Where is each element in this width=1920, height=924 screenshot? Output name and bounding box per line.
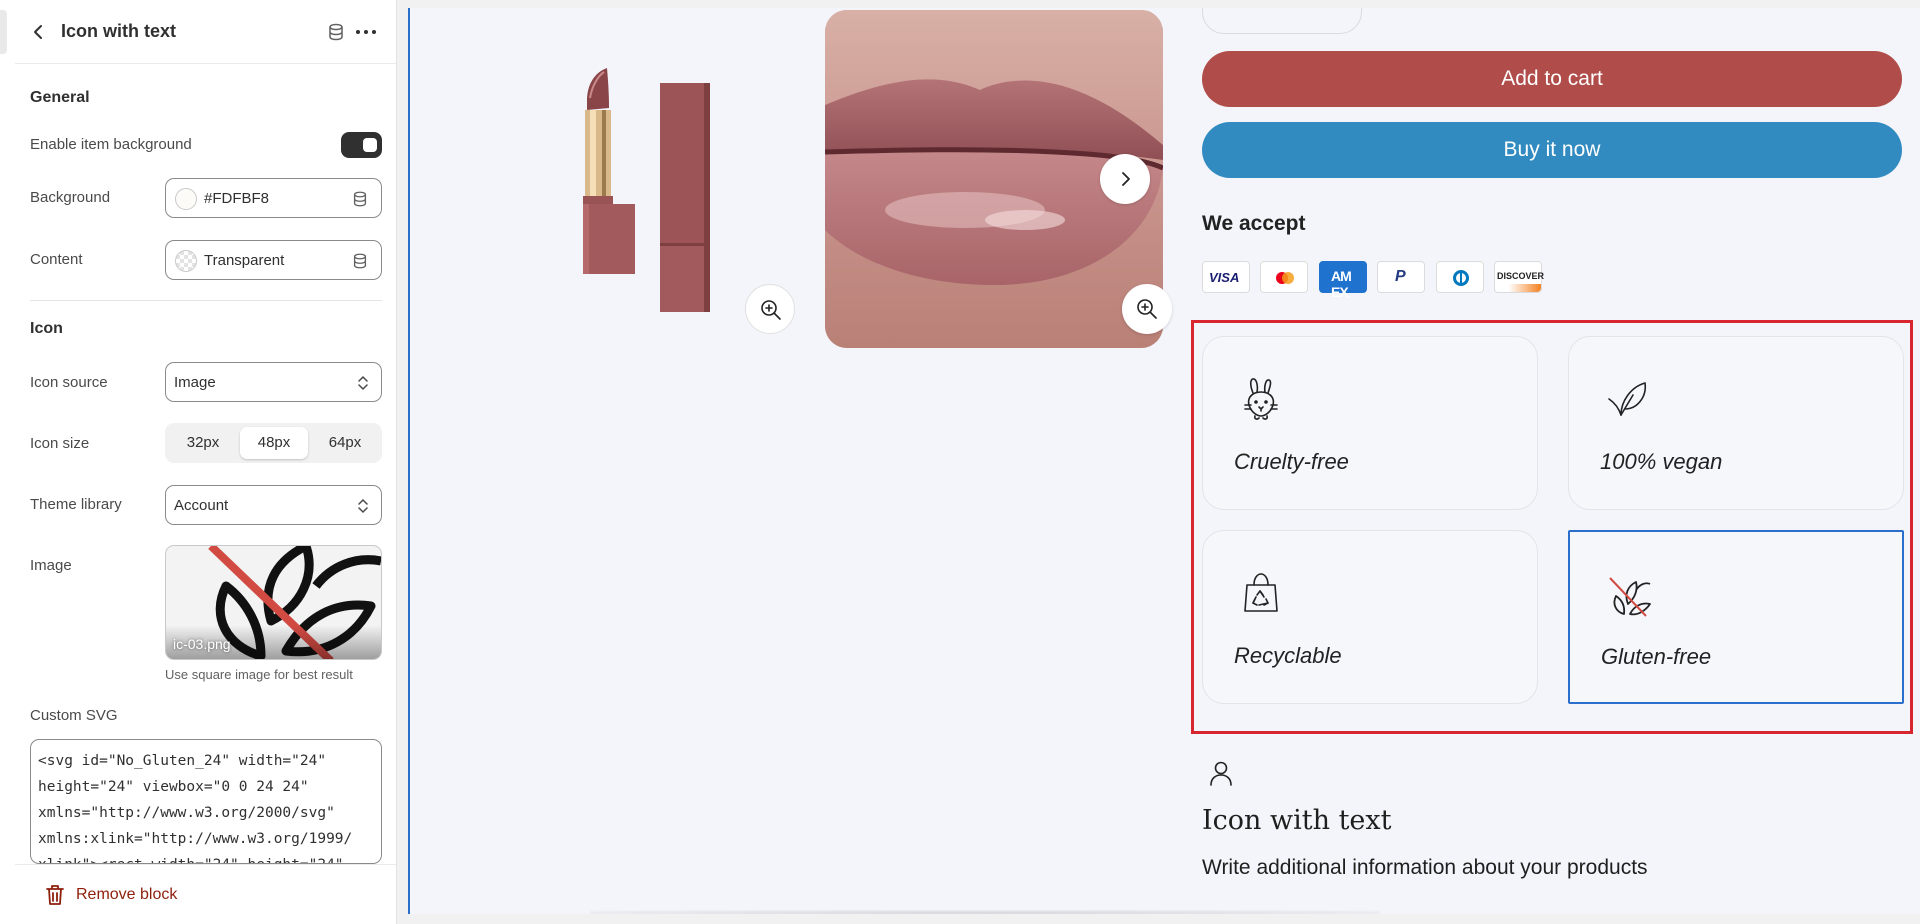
feature-card-cruelty-free[interactable]: Cruelty-free bbox=[1202, 336, 1538, 510]
feature-label: 100% vegan bbox=[1600, 449, 1723, 474]
content-color-field[interactable]: Transparent bbox=[165, 240, 382, 280]
paypal-mark: P bbox=[1395, 268, 1406, 285]
section-divider bbox=[30, 300, 382, 301]
visa-icon: VISA bbox=[1202, 261, 1250, 293]
discover-stripe bbox=[1495, 284, 1541, 292]
paypal-icon: P bbox=[1377, 261, 1425, 293]
rabbit-icon bbox=[1244, 378, 1278, 420]
leaf-icon bbox=[1608, 382, 1647, 416]
payment-label: DISCOVER bbox=[1497, 271, 1545, 281]
custom-svg-label: Custom SVG bbox=[30, 707, 118, 724]
feature-label: Gluten-free bbox=[1601, 644, 1712, 669]
zoom-in-icon bbox=[761, 300, 781, 320]
icon-size-label: Icon size bbox=[30, 435, 90, 452]
no-gluten-icon bbox=[1609, 577, 1651, 617]
icon-size-segmented-control: 32px 48px 64px bbox=[165, 423, 382, 463]
color-swatch[interactable] bbox=[175, 188, 197, 210]
feature-label: Cruelty-free bbox=[1234, 449, 1349, 474]
remove-block-label: Remove block bbox=[76, 886, 178, 903]
dynamic-source-icon[interactable] bbox=[351, 189, 369, 209]
theme-library-label: Theme library bbox=[30, 496, 122, 513]
icon-size-48[interactable]: 48px bbox=[240, 427, 308, 459]
more-options-button[interactable] bbox=[354, 22, 378, 42]
icon-with-text-description: Write additional information about your … bbox=[1202, 856, 1648, 879]
feature-card-recyclable[interactable]: Recyclable bbox=[1202, 530, 1538, 704]
panel-title: Icon with text bbox=[61, 21, 177, 41]
icon-heading: Icon bbox=[30, 320, 63, 337]
payment-label: VISA bbox=[1209, 270, 1240, 285]
thumbnail-zoom-button[interactable] bbox=[745, 284, 795, 334]
background-color-value: #FDFBF8 bbox=[204, 190, 270, 207]
transparent-swatch[interactable] bbox=[175, 250, 197, 272]
dynamic-source-icon[interactable] bbox=[326, 22, 346, 42]
more-horizontal-icon bbox=[356, 30, 376, 34]
icon-source-select[interactable]: Image bbox=[165, 362, 382, 402]
content-label: Content bbox=[30, 251, 83, 268]
background-label: Background bbox=[30, 189, 111, 206]
background-color-field[interactable]: #FDFBF8 bbox=[165, 178, 382, 218]
icon-source-value: Image bbox=[174, 374, 216, 391]
image-picker[interactable]: ic-03.png bbox=[165, 545, 382, 660]
panel-header: Icon with text bbox=[15, 0, 396, 64]
select-chevron-icon bbox=[358, 375, 368, 391]
icon-size-32[interactable]: 32px bbox=[169, 427, 237, 459]
lipstick-thumbnail[interactable] bbox=[570, 68, 710, 318]
we-accept-heading: We accept bbox=[1202, 212, 1306, 235]
chevron-left-icon bbox=[34, 25, 42, 39]
image-hint: Use square image for best result bbox=[165, 667, 353, 682]
icon-source-label: Icon source bbox=[30, 374, 108, 391]
diners-mark-icon bbox=[1453, 270, 1469, 286]
code-line: <svg id="No_Gluten_24" width="24" bbox=[38, 753, 327, 769]
custom-svg-textarea[interactable]: <svg id="No_Gluten_24" width="24" height… bbox=[30, 739, 382, 864]
toggle-knob bbox=[363, 138, 377, 152]
user-icon bbox=[1210, 761, 1232, 786]
feature-card-gluten-free[interactable]: Gluten-free bbox=[1568, 530, 1904, 704]
preview-bottom-shadow bbox=[590, 910, 1380, 914]
mastercard-circles-icon bbox=[1276, 272, 1294, 284]
code-line: height="24" viewbox="0 0 24 24" bbox=[38, 779, 309, 795]
panel-footer: Remove block bbox=[15, 864, 396, 924]
next-image-button[interactable] bbox=[1100, 154, 1150, 204]
back-button[interactable] bbox=[27, 20, 51, 44]
general-heading: General bbox=[30, 89, 90, 106]
amex-icon: AM EX bbox=[1319, 261, 1367, 300]
select-chevron-icon bbox=[358, 498, 368, 514]
diners-club-icon bbox=[1436, 261, 1484, 293]
discover-icon: DISCOVER bbox=[1494, 261, 1545, 293]
content-color-value: Transparent bbox=[204, 252, 285, 269]
buy-it-now-button[interactable]: Buy it now bbox=[1202, 122, 1902, 178]
code-line: xlink"><rect width="24" height="24" bbox=[38, 852, 374, 863]
zoom-in-icon bbox=[1137, 299, 1157, 319]
photo-zoom-button[interactable] bbox=[1122, 284, 1172, 334]
feature-label: Recyclable bbox=[1234, 643, 1342, 668]
code-line: xmlns:xlink="http://www.w3.org/1999/ bbox=[38, 831, 353, 847]
theme-library-value: Account bbox=[174, 497, 229, 514]
panel-edge-handle bbox=[0, 10, 7, 54]
add-to-cart-button[interactable]: Add to cart bbox=[1202, 51, 1902, 107]
theme-preview: Add to cart Buy it now We accept VISA AM… bbox=[408, 8, 1920, 914]
enable-background-toggle[interactable] bbox=[341, 132, 382, 158]
image-label: Image bbox=[30, 557, 72, 574]
dynamic-source-icon[interactable] bbox=[351, 251, 369, 271]
theme-library-select[interactable]: Account bbox=[165, 485, 382, 525]
code-line: xmlns="http://www.w3.org/2000/svg" bbox=[38, 805, 335, 821]
enable-background-label: Enable item background bbox=[30, 136, 192, 153]
amex-mark: AM EX bbox=[1331, 268, 1352, 300]
icon-with-text-heading: Icon with text bbox=[1202, 805, 1392, 836]
chevron-right-icon bbox=[1122, 172, 1130, 186]
feature-card-vegan[interactable]: 100% vegan bbox=[1568, 336, 1904, 510]
recycle-bag-icon bbox=[1244, 573, 1278, 612]
icon-size-64[interactable]: 64px bbox=[311, 427, 379, 459]
image-filename: ic-03.png bbox=[173, 636, 231, 652]
settings-panel: Icon with text General Enable item backg… bbox=[0, 0, 397, 924]
trash-icon bbox=[46, 885, 64, 905]
quantity-selector[interactable] bbox=[1202, 8, 1362, 34]
mastercard-icon bbox=[1260, 261, 1308, 293]
